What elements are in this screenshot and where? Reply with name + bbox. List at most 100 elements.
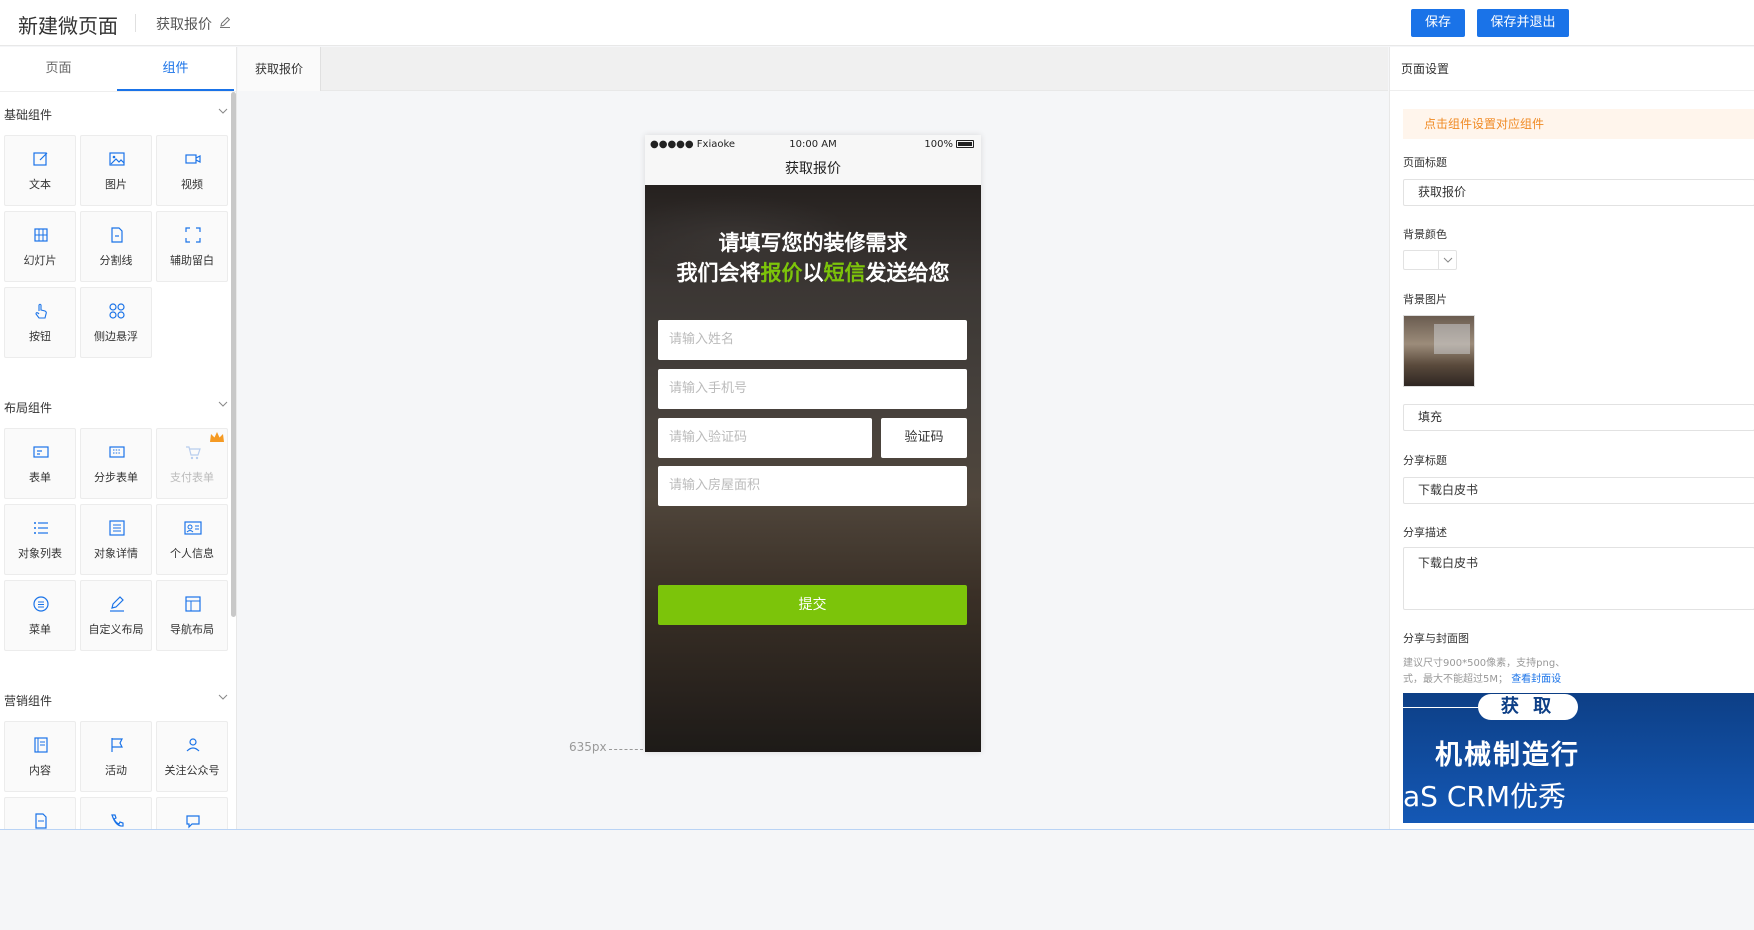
- component-label: 对象详情: [94, 547, 138, 560]
- page-title-label: 页面标题: [1403, 156, 1447, 169]
- phone-nav-title: 获取报价: [645, 155, 981, 185]
- component-follow-account[interactable]: 关注公众号: [156, 721, 228, 792]
- component-label: 侧边悬浮: [94, 330, 138, 343]
- save-button[interactable]: 保存: [1411, 9, 1465, 37]
- component-profile[interactable]: 个人信息: [156, 504, 228, 575]
- component-label: 分步表单: [94, 471, 138, 484]
- name-input[interactable]: 请输入姓名: [658, 320, 967, 360]
- bg-image-label: 背景图片: [1403, 293, 1447, 306]
- settings-title: 页面设置: [1390, 47, 1754, 91]
- tab-page[interactable]: 页面: [0, 47, 117, 91]
- component-label: 支付表单: [170, 471, 214, 484]
- share-desc-label: 分享描述: [1403, 526, 1447, 539]
- component-side-float[interactable]: 侧边悬浮: [80, 287, 152, 358]
- component-menu[interactable]: 菜单: [4, 580, 76, 651]
- component-activity[interactable]: 活动: [80, 721, 152, 792]
- expand-corners-icon: [185, 227, 201, 243]
- bg-image-thumbnail[interactable]: [1403, 315, 1475, 387]
- document-divider-icon: [111, 227, 123, 243]
- page-height-marker[interactable]: [609, 749, 643, 750]
- component-panel: 页面 组件 基础组件 文本 图片 视频 幻灯片 分割线 辅助留白 按钮 侧边悬浮: [0, 47, 237, 830]
- phone-status-bar: ●●●●● Fxiaoke 10:00 AM 100%: [645, 135, 981, 155]
- bg-color-picker[interactable]: [1403, 250, 1457, 270]
- component-content[interactable]: 内容: [4, 721, 76, 792]
- component-more-1[interactable]: [4, 797, 76, 830]
- component-label: 关注公众号: [164, 764, 220, 777]
- section-layout-components[interactable]: 布局组件: [4, 399, 228, 416]
- component-button[interactable]: 按钮: [4, 287, 76, 358]
- phone-preview: ●●●●● Fxiaoke 10:00 AM 100% 获取报价 请填写您的装修…: [645, 135, 981, 752]
- cover-image[interactable]: 获 取 机械制造行 aS CRM优秀: [1403, 693, 1754, 823]
- thumbnail-window: [1434, 324, 1470, 354]
- fill-mode-select[interactable]: 填充: [1403, 404, 1754, 431]
- save-and-exit-button[interactable]: 保存并退出: [1477, 9, 1569, 37]
- id-card-icon: [184, 521, 202, 535]
- chevron-down-icon: [218, 694, 228, 700]
- phone-input[interactable]: 请输入手机号: [658, 369, 967, 409]
- phone-call-icon: [111, 814, 124, 827]
- page-name: 获取报价: [156, 17, 212, 33]
- video-icon: [185, 154, 201, 164]
- component-more-3[interactable]: [156, 797, 228, 830]
- section-basic-components[interactable]: 基础组件: [4, 106, 228, 123]
- get-verify-code-button[interactable]: 验证码: [881, 418, 967, 458]
- component-form[interactable]: 表单: [4, 428, 76, 499]
- hero-headline-1: 请填写您的装修需求: [718, 231, 908, 255]
- hero-background[interactable]: 请填写您的装修需求 我们会将报价以短信发送给您 请输入姓名 请输入手机号 请输入…: [645, 185, 981, 752]
- cover-guide-link[interactable]: 查看封面设: [1511, 674, 1561, 685]
- component-slideshow[interactable]: 幻灯片: [4, 211, 76, 282]
- component-spacer[interactable]: 辅助留白: [156, 211, 228, 282]
- app-title: 新建微页面: [18, 14, 118, 38]
- submit-button[interactable]: 提交: [658, 585, 967, 625]
- image-icon: [109, 152, 125, 166]
- hero-text: 发送给您: [865, 261, 950, 285]
- component-label: 视频: [181, 178, 203, 191]
- verify-code-input[interactable]: 请输入验证码: [658, 418, 872, 458]
- share-title-label: 分享标题: [1403, 454, 1447, 467]
- share-desc-textarea[interactable]: 下载白皮书: [1403, 547, 1754, 610]
- component-text[interactable]: 文本: [4, 135, 76, 206]
- detail-list-icon: [109, 520, 125, 536]
- panel-scrollbar[interactable]: [231, 92, 236, 617]
- cover-rule: [1403, 707, 1483, 708]
- cover-headline: 机械制造行: [1435, 740, 1580, 771]
- component-video[interactable]: 视频: [156, 135, 228, 206]
- form-icon: [33, 446, 49, 458]
- component-divider[interactable]: 分割线: [80, 211, 152, 282]
- page-title-input[interactable]: 获取报价: [1403, 179, 1754, 206]
- component-more-2[interactable]: [80, 797, 152, 830]
- component-payment-form[interactable]: 支付表单: [156, 428, 228, 499]
- canvas-page-tab[interactable]: 获取报价: [238, 47, 321, 91]
- grid-squares-icon: [109, 303, 125, 319]
- chat-bubble-icon: [186, 815, 200, 829]
- component-label: 按钮: [29, 330, 51, 343]
- title-divider: [135, 14, 136, 32]
- component-custom-layout[interactable]: 自定义布局: [80, 580, 152, 651]
- list-icon: [34, 522, 48, 534]
- hero-headline-2: 我们会将报价以短信发送给您: [645, 257, 981, 287]
- hero-highlight: 报价: [760, 261, 803, 285]
- section-title: 布局组件: [4, 401, 53, 415]
- component-label: 菜单: [29, 623, 51, 636]
- page-height-label: 635px: [569, 740, 607, 754]
- section-marketing-components[interactable]: 营销组件: [4, 692, 228, 709]
- component-nav-layout[interactable]: 导航布局: [156, 580, 228, 651]
- house-area-input[interactable]: 请输入房屋面积: [658, 466, 967, 506]
- component-label: 内容: [29, 764, 51, 777]
- component-label: 表单: [29, 471, 51, 484]
- cover-hint-line2: 式，最大不能超过5M； 查看封面设: [1403, 670, 1561, 685]
- component-label: 图片: [105, 178, 127, 191]
- edit-icon[interactable]: [218, 15, 232, 29]
- color-picker-divider: [1438, 251, 1439, 269]
- component-image[interactable]: 图片: [80, 135, 152, 206]
- component-step-form[interactable]: 分步表单: [80, 428, 152, 499]
- component-object-list[interactable]: 对象列表: [4, 504, 76, 575]
- book-icon: [34, 737, 48, 753]
- component-label: 个人信息: [170, 547, 214, 560]
- settings-panel: 页面设置 点击组件设置对应组件 页面标题 获取报价 背景颜色 背景图片 填充 分…: [1389, 47, 1754, 830]
- cart-icon: [186, 446, 201, 460]
- tab-components[interactable]: 组件: [117, 47, 234, 91]
- settings-tip: 点击组件设置对应组件: [1403, 109, 1754, 139]
- component-object-detail[interactable]: 对象详情: [80, 504, 152, 575]
- share-title-input[interactable]: 下载白皮书: [1403, 477, 1754, 504]
